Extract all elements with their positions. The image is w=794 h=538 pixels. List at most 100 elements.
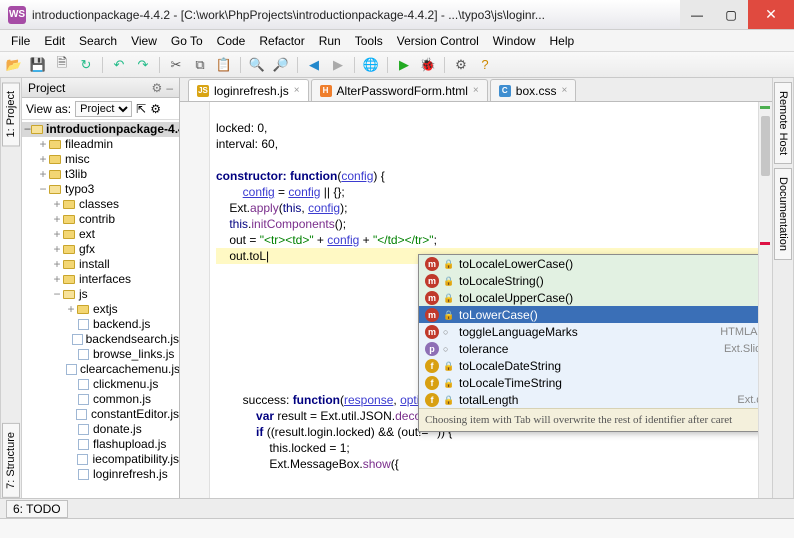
tree-item[interactable]: +extjs (22, 302, 179, 317)
menu-tools[interactable]: Tools (348, 31, 390, 51)
panel-gear-icon[interactable]: ⚙ (152, 81, 163, 95)
collapse-icon[interactable]: ⇱ (136, 102, 146, 116)
completion-item[interactable]: m🔒toLowerCase()String (419, 306, 772, 323)
copy-icon[interactable]: ⧉ (192, 57, 208, 73)
completion-name: tolerance (459, 341, 724, 357)
editor-tab[interactable]: HAlterPasswordForm.html× (311, 79, 488, 101)
editor-tab[interactable]: JSloginrefresh.js× (188, 79, 309, 101)
menubar: FileEditSearchViewGo ToCodeRefactorRunTo… (0, 30, 794, 52)
kind-badge-icon: p (425, 342, 439, 356)
save-all-icon[interactable]: 🗎 (54, 57, 70, 73)
completion-item[interactable]: f🔒toLocaleTimeStringDate(ECMAScript.js2) (419, 374, 772, 391)
menu-file[interactable]: File (4, 31, 37, 51)
editor-tab[interactable]: Cbox.css× (490, 79, 577, 101)
find-icon[interactable]: 🔍 (249, 57, 265, 73)
completion-name: toLocaleDateString (459, 358, 772, 374)
settings-icon[interactable]: ⚙ (453, 57, 469, 73)
cut-icon[interactable]: ✂ (168, 57, 184, 73)
kind-badge-icon: m (425, 291, 439, 305)
tree-item[interactable]: constantEditor.js (22, 407, 179, 422)
gutter (180, 102, 210, 498)
tree-item[interactable]: backend.js (22, 317, 179, 332)
vertical-scrollbar[interactable] (758, 102, 772, 498)
tree-item[interactable]: +install (22, 257, 179, 272)
tree-item[interactable]: common.js (22, 392, 179, 407)
paste-icon[interactable]: 📋 (216, 57, 232, 73)
tree-item[interactable]: donate.js (22, 422, 179, 437)
menu-go-to[interactable]: Go To (164, 31, 210, 51)
open-icon[interactable]: 📂 (6, 57, 22, 73)
tree-item[interactable]: iecompatibility.js (22, 452, 179, 467)
error-marker (760, 242, 770, 245)
completion-item[interactable]: m○toggleLanguageMarksHTMLArea.Language(l… (419, 323, 772, 340)
menu-version-control[interactable]: Version Control (390, 31, 486, 51)
tree-item[interactable]: −js (22, 287, 179, 302)
tree-item[interactable]: clearcachemenu.js (22, 362, 179, 377)
project-toolwindow-tab[interactable]: 1: Project (2, 82, 20, 146)
scroll-thumb[interactable] (761, 116, 770, 176)
completion-item[interactable]: f🔒totalLengthExt.data.Store(ext-all-debu… (419, 391, 772, 408)
remote-host-tab[interactable]: Remote Host (774, 82, 792, 164)
run-icon[interactable]: ▶ (396, 57, 412, 73)
menu-code[interactable]: Code (210, 31, 253, 51)
tree-item[interactable]: clickmenu.js (22, 377, 179, 392)
window-title: introductionpackage-4.4.2 - [C:\work\Php… (32, 8, 680, 22)
save-icon[interactable]: 💾 (30, 57, 46, 73)
tree-item[interactable]: +interfaces (22, 272, 179, 287)
menu-view[interactable]: View (124, 31, 164, 51)
tree-item[interactable]: −typo3 (22, 182, 179, 197)
close-tab-icon[interactable]: × (473, 85, 479, 96)
kind-badge-icon: m (425, 274, 439, 288)
menu-run[interactable]: Run (312, 31, 348, 51)
completion-popup[interactable]: m🔒toLocaleLowerCase()Stringm🔒toLocaleStr… (418, 254, 772, 432)
forward-icon[interactable]: ▶ (330, 57, 346, 73)
structure-toolwindow-tab[interactable]: 7: Structure (2, 423, 20, 498)
tree-item[interactable]: browse_links.js (22, 347, 179, 362)
completion-item[interactable]: m🔒toLocaleUpperCase()String (419, 289, 772, 306)
code-editor[interactable]: locked: 0, interval: 60, constructor: fu… (180, 102, 772, 498)
maximize-button[interactable]: ▢ (714, 0, 748, 29)
completion-item[interactable]: m🔒toLocaleString()Object (419, 272, 772, 289)
browser-icon[interactable]: 🌐 (363, 57, 379, 73)
tree-item[interactable]: backendsearch.js (22, 332, 179, 347)
menu-window[interactable]: Window (486, 31, 543, 51)
documentation-tab[interactable]: Documentation (774, 168, 792, 260)
help-icon[interactable]: ? (477, 57, 493, 73)
tree-item[interactable]: +classes (22, 197, 179, 212)
tree-item[interactable]: +gfx (22, 242, 179, 257)
completion-item[interactable]: m🔒toLocaleLowerCase()String (419, 255, 772, 272)
debug-icon[interactable]: 🐞 (420, 57, 436, 73)
kind-badge-icon: f (425, 359, 439, 373)
tree-item[interactable]: loginrefresh.js (22, 467, 179, 482)
menu-edit[interactable]: Edit (37, 31, 72, 51)
tab-label: AlterPasswordForm.html (337, 84, 468, 98)
completion-item[interactable]: p○toleranceExt.Slider.tracker(ext-all-de… (419, 340, 772, 357)
replace-icon[interactable]: 🔎 (273, 57, 289, 73)
tree-item[interactable]: flashupload.js (22, 437, 179, 452)
redo-icon[interactable]: ↷ (135, 57, 151, 73)
menu-search[interactable]: Search (72, 31, 124, 51)
undo-icon[interactable]: ↶ (111, 57, 127, 73)
tree-item[interactable]: +misc (22, 152, 179, 167)
status-marker (760, 106, 770, 109)
settings-small-icon[interactable]: ⚙ (150, 102, 161, 116)
completion-hint: Choosing item with Tab will overwrite th… (419, 408, 772, 431)
minimize-button[interactable]: — (680, 0, 714, 29)
menu-refactor[interactable]: Refactor (252, 31, 311, 51)
completion-item[interactable]: f🔒toLocaleDateStringDate(ECMAScript.js2) (419, 357, 772, 374)
tree-item[interactable]: +contrib (22, 212, 179, 227)
menu-help[interactable]: Help (542, 31, 581, 51)
tree-item[interactable]: +ext (22, 227, 179, 242)
viewas-select[interactable]: Project (75, 101, 132, 117)
todo-toolwindow-tab[interactable]: 6: TODO (6, 500, 68, 518)
tree-item[interactable]: +t3lib (22, 167, 179, 182)
close-tab-icon[interactable]: × (561, 85, 567, 96)
tree-root[interactable]: −introductionpackage-4.4.2 (22, 122, 179, 137)
panel-minimize-icon[interactable]: – (166, 81, 173, 95)
refresh-icon[interactable]: ↻ (78, 57, 94, 73)
project-tree[interactable]: −introductionpackage-4.4.2+fileadmin+mis… (22, 120, 179, 498)
tree-item[interactable]: +fileadmin (22, 137, 179, 152)
close-tab-icon[interactable]: × (294, 85, 300, 96)
back-icon[interactable]: ◀ (306, 57, 322, 73)
close-button[interactable]: ✕ (748, 0, 794, 29)
